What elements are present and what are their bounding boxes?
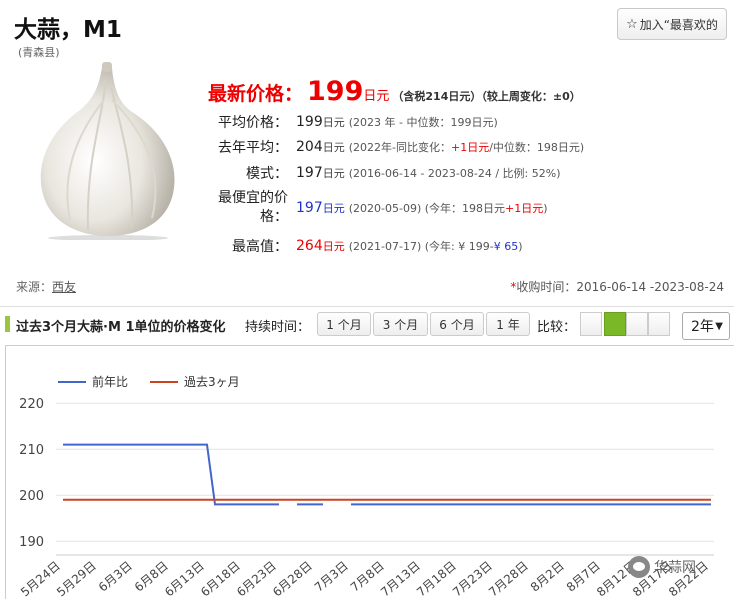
- collection-text: 收购时间：2016-06-14 -2023-08-24: [516, 280, 724, 294]
- average-price-unit: 日元: [322, 116, 345, 129]
- highest-diff: ¥ 65: [493, 239, 519, 253]
- source: 来源：西友: [16, 278, 76, 295]
- period-select[interactable]: 2年 ▼: [682, 312, 730, 340]
- x-tick-label: 5月29日: [54, 559, 99, 599]
- average-price-value: 199: [296, 114, 323, 130]
- latest-price-label: 最新价格：: [208, 83, 304, 105]
- highest-label: 最高值：: [232, 239, 288, 255]
- period-select-value: 2年: [691, 319, 714, 335]
- last-year-note-a: (2022年-同比变化：: [348, 141, 451, 154]
- compare-option-1[interactable]: [580, 312, 602, 336]
- legend-label: 前年比: [92, 374, 128, 389]
- latest-price-unit: 日元: [363, 89, 390, 104]
- y-tick-label: 190: [19, 535, 44, 550]
- y-tick-label: 220: [19, 397, 44, 412]
- last-year-note-b: /中位数：198日元): [489, 141, 585, 154]
- latest-price: 最新价格： 199日元 （含税214日元）（较上周变化：±0）: [208, 76, 581, 107]
- garlic-image: [40, 62, 175, 240]
- last-year-row: 去年平均： 204 日元 (2022年-同比变化： +1日元/中位数：198日元): [200, 137, 584, 157]
- price-chart-svg: 1902002102205月24日5月29日6月3日6月8日6月13日6月18日…: [18, 374, 714, 599]
- watermark-text: 华蒜网: [654, 560, 696, 576]
- watermark: 华蒜网: [628, 556, 696, 578]
- y-tick-label: 210: [19, 443, 44, 458]
- chart-section-title: 过去3个月大蒜·M 1单位的价格变化: [16, 320, 226, 335]
- collection-period: *收购时间：2016-06-14 -2023-08-24: [510, 278, 724, 295]
- add-favorite-label: 加入“最喜欢的: [639, 17, 718, 32]
- compare-option-4[interactable]: [648, 312, 670, 336]
- x-tick-label: 7月23日: [450, 559, 495, 599]
- cheapest-label: 最便宜的价格：: [218, 190, 288, 225]
- x-tick-label: 7月18日: [414, 559, 459, 599]
- cheapest-change: +1日元: [505, 202, 544, 215]
- duration-label: 持续时间：: [245, 320, 311, 335]
- region-subtitle: (青森县): [18, 46, 60, 59]
- compare-option-2[interactable]: [604, 312, 626, 336]
- price-chart: 190 200 210 220 5月24日 5月29日 6月3日 6月8日 6月13日 6月18日…: [5, 345, 734, 599]
- highest-note-b: ): [518, 239, 523, 253]
- mode-unit: 日元: [322, 167, 345, 180]
- x-tick-label: 6月23日: [234, 559, 279, 599]
- x-tick-label: 7月3日: [312, 559, 351, 595]
- average-price-label: 平均价格：: [218, 115, 288, 131]
- source-label: 来源：: [16, 280, 53, 294]
- x-tick-label: 8月2日: [528, 559, 567, 595]
- mode-label: 模式：: [246, 166, 288, 182]
- duration-6-months-button[interactable]: 6 个月: [430, 312, 484, 336]
- cheapest-row: 最便宜的价格： 197 日元 (2020-05-09) (今年：198日元 +1…: [200, 189, 548, 227]
- x-tick-label: 6月13日: [162, 559, 207, 599]
- cheapest-unit: 日元: [322, 202, 345, 215]
- highest-row: 最高值： 264 日元 (2021-07-17) (今年: ¥ 199- ¥ 6…: [200, 236, 523, 256]
- x-tick-label: 6月3日: [96, 559, 135, 595]
- x-tick-label: 6月18日: [198, 559, 243, 599]
- section-marker: [5, 316, 10, 332]
- last-year-value: 204: [296, 139, 323, 155]
- source-link[interactable]: 西友: [52, 280, 76, 294]
- mode-row: 模式： 197 日元 (2016-06-14 - 2023-08-24 / 比例…: [200, 163, 560, 183]
- chart-toolbar: 过去3个月大蒜·M 1单位的价格变化 持续时间： 1 个月 3 个月 6 个月 …: [0, 306, 734, 340]
- highest-note-a: (2021-07-17) (今年: ¥ 199-: [348, 240, 494, 253]
- x-tick-label: 5月24日: [18, 559, 63, 599]
- x-tick-label: 6月28日: [270, 559, 315, 599]
- compare-label: 比较：: [537, 320, 577, 335]
- legend-label: 過去3ヶ月: [184, 375, 240, 389]
- add-favorite-button[interactable]: ☆ 加入“最喜欢的: [617, 8, 727, 40]
- duration-3-months-button[interactable]: 3 个月: [373, 312, 428, 336]
- mode-note: (2016-06-14 - 2023-08-24 / 比例: 52%): [348, 167, 561, 180]
- latest-price-note: （含税214日元）（较上周变化：±0）: [392, 90, 581, 103]
- last-year-change: +1日元: [451, 141, 490, 154]
- page-title: 大蒜，M1: [14, 17, 122, 43]
- mode-value: 197: [296, 165, 323, 181]
- latest-price-value: 199: [307, 76, 364, 107]
- cheapest-note-a: (2020-05-09) (今年：198日元: [348, 202, 506, 215]
- last-year-label: 去年平均：: [218, 140, 288, 156]
- highest-value: 264: [296, 238, 323, 254]
- x-tick-label: 7月28日: [486, 559, 531, 599]
- chevron-down-icon: ▼: [715, 321, 723, 332]
- compare-option-3[interactable]: [626, 312, 648, 336]
- highest-unit: 日元: [322, 240, 345, 253]
- x-tick-label: 7月13日: [378, 559, 423, 599]
- cheapest-value: 197: [296, 200, 323, 216]
- star-icon: ☆: [626, 16, 638, 32]
- cheapest-note-b: ): [543, 201, 548, 215]
- last-year-unit: 日元: [322, 141, 345, 154]
- y-tick-label: 200: [19, 489, 44, 504]
- duration-1-month-button[interactable]: 1 个月: [317, 312, 371, 336]
- average-price-row: 平均价格： 199 日元 (2023 年 - 中位数：199日元): [200, 112, 498, 132]
- wechat-icon: [628, 556, 650, 578]
- duration-1-year-button[interactable]: 1 年: [486, 312, 530, 336]
- average-price-note: (2023 年 - 中位数：199日元): [348, 116, 498, 129]
